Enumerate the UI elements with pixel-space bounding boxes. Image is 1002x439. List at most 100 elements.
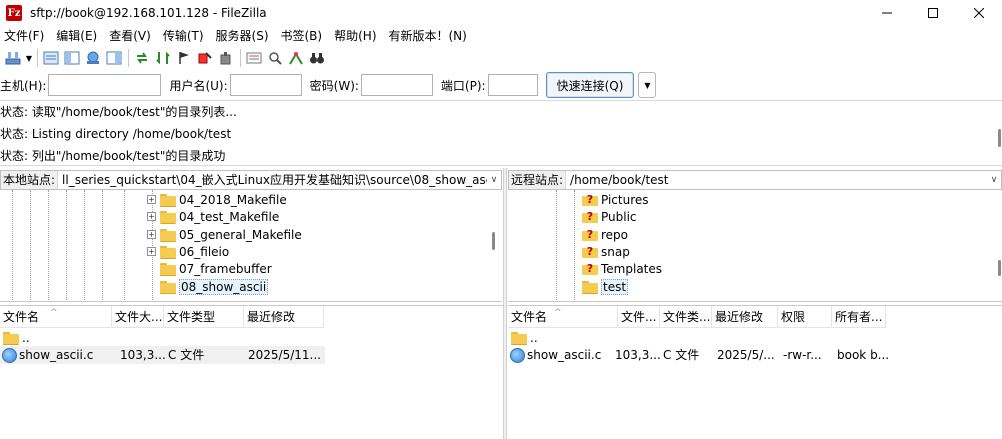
remote-tree-item[interactable]: ? Public (582, 208, 637, 225)
column-header-permissions[interactable]: 权限 (778, 306, 832, 328)
sync-browse-button[interactable] (286, 48, 306, 68)
folder-icon (160, 228, 176, 242)
folder-name: snap (601, 244, 630, 259)
unknown-folder-icon: ? (582, 262, 598, 275)
toggle-remote-tree-button[interactable] (83, 48, 103, 68)
remote-tree-item-selected[interactable]: test (582, 278, 629, 295)
local-path-dropdown[interactable]: ∨ (487, 171, 501, 189)
refresh-button[interactable] (132, 48, 152, 68)
table-row[interactable]: show_ascii.c 103,3... C 文件 2025/5/11... (0, 346, 325, 364)
folder-name: Templates (601, 261, 663, 276)
username-input[interactable] (229, 74, 302, 96)
expand-icon[interactable]: + (147, 212, 156, 221)
toggle-log-button[interactable] (41, 48, 61, 68)
local-tree-item[interactable]: + 04_2018_Makefile (147, 191, 287, 208)
pane-splitter[interactable] (503, 168, 507, 439)
column-header-filesize[interactable]: 文件... (618, 306, 660, 328)
menu-transfer[interactable]: 传输(T) (157, 26, 210, 46)
table-row[interactable]: show_ascii.c 103,3... C 文件 2025/5/... -r… (508, 346, 894, 364)
reconnect-icon (220, 52, 231, 65)
directory-compare-icon (246, 52, 262, 64)
filter-button[interactable] (265, 48, 285, 68)
tree-guide (102, 190, 103, 301)
minimize-button[interactable] (864, 0, 910, 26)
log-scrollbar[interactable] (998, 129, 1001, 147)
expand-icon[interactable]: + (147, 195, 156, 204)
local-tree-item[interactable]: 07_framebuffer (160, 260, 272, 277)
file-size: 103,3... (615, 348, 660, 362)
local-tree-item[interactable]: + 06_fileio (147, 243, 229, 260)
cancel-button[interactable] (174, 48, 194, 68)
local-file-list: 文件名 ^ 文件大... 文件类型 最近修改 .. show_ascii.c 1… (0, 305, 503, 439)
remote-tree-item[interactable]: ? Pictures (582, 191, 649, 208)
disconnect-button[interactable] (195, 48, 215, 68)
remote-tree-item[interactable]: ? snap (582, 243, 630, 260)
column-header-filetype[interactable]: 文件类... (660, 306, 712, 328)
reconnect-button[interactable] (216, 48, 236, 68)
column-header-filename[interactable]: 文件名 ^ (0, 306, 112, 328)
column-header-filetype[interactable]: 文件类型 (164, 306, 244, 328)
folder-name: repo (601, 227, 629, 242)
chevron-down-icon: ∨ (490, 175, 498, 185)
local-tree-item[interactable]: + 04_test_Makefile (147, 208, 279, 225)
column-header-modified[interactable]: 最近修改 (244, 306, 324, 328)
table-row[interactable]: .. (0, 329, 112, 347)
remote-path-input[interactable]: /home/book/test (566, 171, 987, 189)
folder-name: 04_2018_Makefile (179, 192, 287, 207)
local-tree-item[interactable]: + 05_general_Makefile (147, 226, 302, 243)
host-label: 主机(H): (0, 78, 47, 93)
host-input[interactable] (48, 74, 162, 96)
remote-tree-scrollbar[interactable] (998, 260, 1001, 276)
cancel-icon (179, 52, 189, 64)
menu-server[interactable]: 服务器(S) (210, 26, 275, 46)
expand-icon[interactable]: + (147, 247, 156, 256)
remote-path-dropdown[interactable]: ∨ (987, 171, 1001, 189)
directory-compare-button[interactable] (244, 48, 264, 68)
folder-icon (582, 280, 598, 294)
local-tree-scrollbar[interactable] (492, 232, 495, 250)
menu-file[interactable]: 文件(F) (0, 26, 50, 46)
remote-directory-tree: ? Pictures ? Public ? repo ? snap ? Temp… (508, 190, 1002, 302)
process-queue-button[interactable] (153, 48, 173, 68)
tree-guide (30, 190, 31, 301)
expand-icon[interactable]: + (147, 230, 156, 239)
file-type: C 文件 (663, 348, 700, 362)
disconnect-icon (198, 52, 212, 64)
folder-name: Public (601, 209, 637, 224)
quickconnect-history-dropdown[interactable]: ▼ (638, 72, 657, 98)
maximize-button[interactable] (910, 0, 956, 26)
log-line: 状态: 读取"/home/book/test"的目录列表... (0, 105, 237, 119)
toggle-queue-button[interactable] (104, 48, 124, 68)
close-button[interactable] (956, 0, 1002, 26)
local-path-input[interactable]: ll_series_quickstart\04_嵌入式Linux应用开发基础知识… (58, 171, 487, 189)
menu-view[interactable]: 查看(V) (103, 26, 157, 46)
toolbar-separator (128, 49, 129, 67)
local-tree-item-selected[interactable]: 08_show_ascii (160, 278, 269, 295)
password-input[interactable] (360, 74, 433, 96)
table-row[interactable]: .. (508, 329, 618, 347)
file-type: C 文件 (168, 348, 205, 362)
chevron-down-icon: ∨ (990, 175, 998, 185)
c-source-file-icon (510, 347, 525, 363)
column-header-filesize[interactable]: 文件大... (112, 306, 164, 328)
port-input[interactable] (487, 74, 538, 96)
toolbar-separator (37, 49, 38, 67)
column-header-modified[interactable]: 最近修改 (712, 306, 778, 328)
menu-edit[interactable]: 编辑(E) (50, 26, 103, 46)
column-header-owner[interactable]: 所有者... (832, 306, 886, 328)
remote-tree-item[interactable]: ? Templates (582, 260, 662, 277)
toolbar: ▼ (0, 46, 1002, 70)
binoculars-icon (310, 53, 324, 64)
column-header-filename[interactable]: 文件名 ^ (508, 306, 618, 328)
toggle-local-tree-button[interactable] (62, 48, 82, 68)
menu-new-version[interactable]: 有新版本！(N) (383, 26, 473, 46)
tree-guide (556, 190, 557, 301)
menu-help[interactable]: 帮助(H) (328, 26, 382, 46)
search-button[interactable] (307, 48, 327, 68)
site-manager-button[interactable] (3, 48, 23, 68)
remote-tree-item[interactable]: ? repo (582, 226, 628, 243)
local-file-list-header: 文件名 ^ 文件大... 文件类型 最近修改 (0, 306, 324, 328)
menu-bookmarks[interactable]: 书签(B) (275, 26, 329, 46)
quickconnect-button[interactable]: 快速连接(Q) (545, 72, 635, 98)
site-manager-dropdown[interactable]: ▼ (24, 48, 34, 68)
